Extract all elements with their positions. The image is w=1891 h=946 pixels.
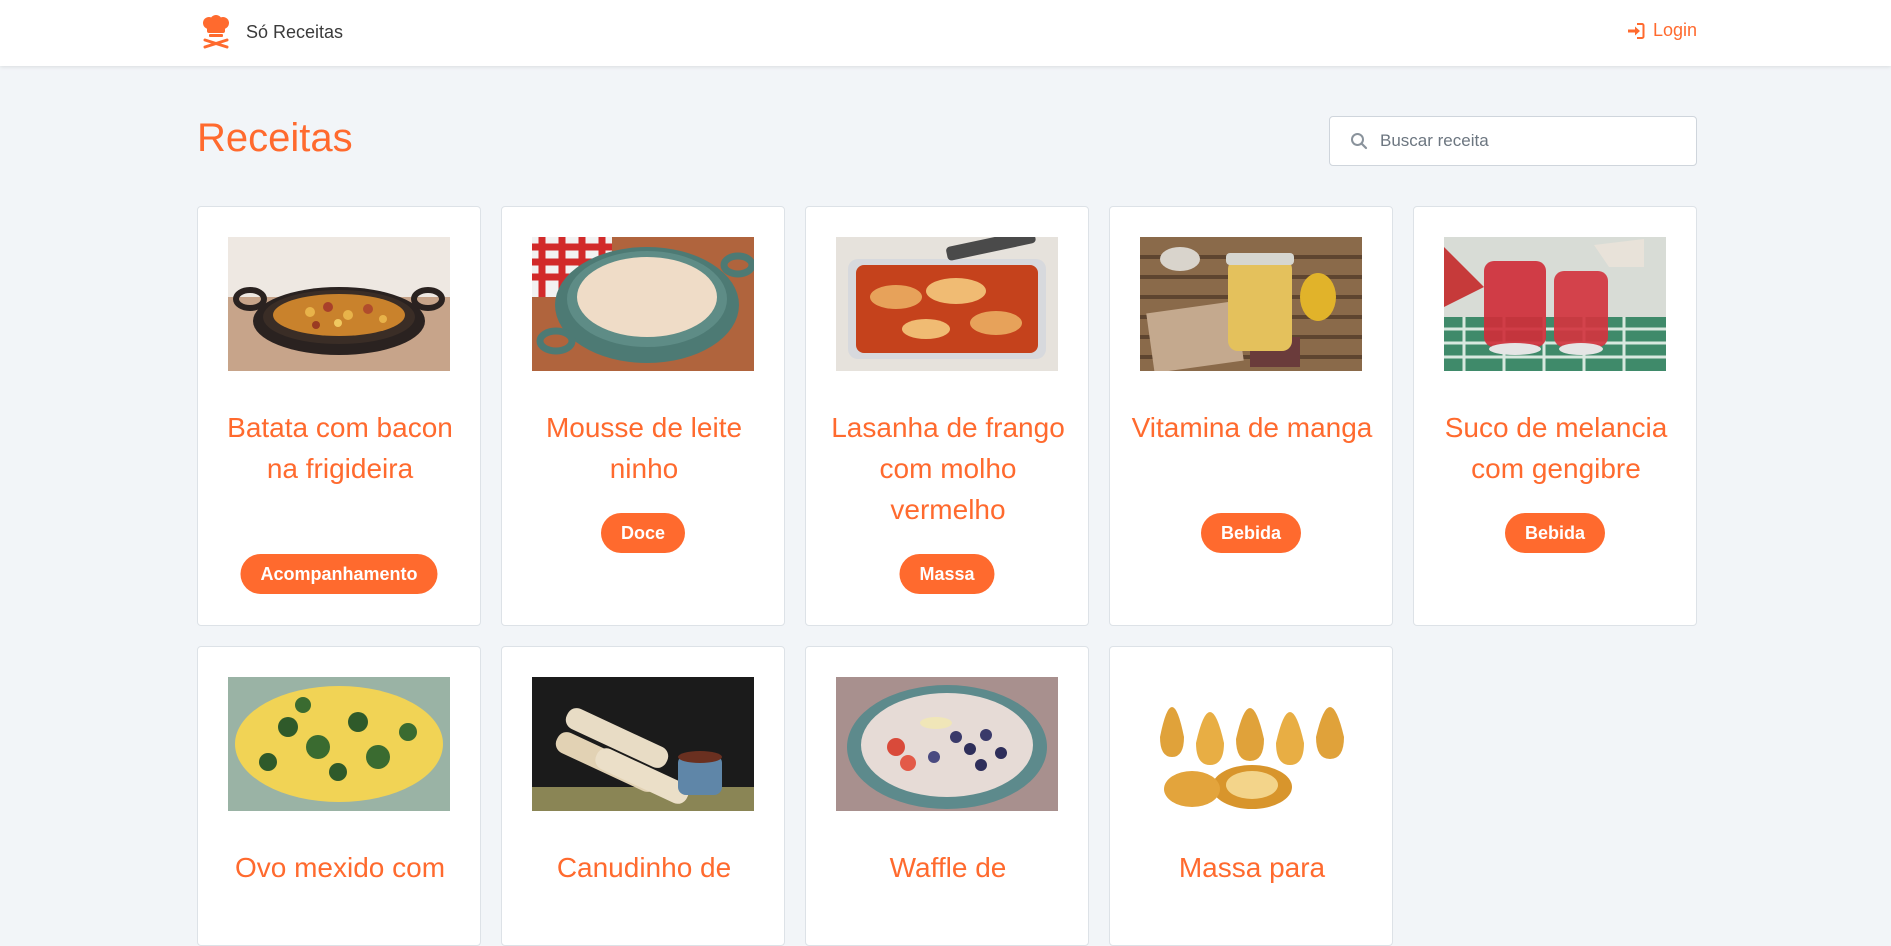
recipe-image bbox=[836, 677, 1058, 811]
recipe-title: Mousse de leite ninho bbox=[545, 412, 743, 484]
recipe-title: Waffle de bbox=[889, 852, 1007, 883]
recipe-card[interactable]: Suco de melancia com gengibre Bebida bbox=[1413, 206, 1697, 626]
recipe-image bbox=[228, 237, 450, 371]
recipe-image bbox=[532, 237, 754, 371]
recipe-image bbox=[1444, 237, 1666, 371]
recipe-title: Ovo mexido com bbox=[234, 852, 446, 883]
chef-hat-icon bbox=[203, 15, 229, 49]
recipe-title: Canudinho de bbox=[556, 852, 732, 883]
search-icon bbox=[1351, 133, 1368, 150]
recipe-image bbox=[836, 237, 1058, 371]
category-badge: Bebida bbox=[1504, 513, 1606, 553]
recipe-title: Lasanha de frango com molho vermelho bbox=[831, 412, 1065, 525]
recipe-image bbox=[532, 677, 754, 811]
recipe-card[interactable]: Canudinho de bbox=[501, 646, 785, 946]
recipe-image bbox=[1140, 237, 1362, 371]
recipe-image bbox=[1140, 677, 1362, 811]
search-box bbox=[1329, 116, 1697, 166]
category-badge: Acompanhamento bbox=[240, 554, 438, 594]
recipe-card[interactable]: Waffle de bbox=[805, 646, 1089, 946]
recipe-card[interactable]: Massa para bbox=[1109, 646, 1393, 946]
sign-in-icon bbox=[1627, 22, 1645, 39]
page-title: Receitas bbox=[197, 116, 353, 160]
recipe-title: Suco de melancia com gengibre bbox=[1444, 412, 1668, 484]
recipe-card[interactable]: Lasanha de frango com molho vermelho Mas… bbox=[805, 206, 1089, 626]
top-navbar: Só Receitas Login bbox=[0, 0, 1891, 66]
login-link[interactable]: Login bbox=[1627, 20, 1697, 41]
recipe-image bbox=[228, 677, 450, 811]
login-label: Login bbox=[1652, 20, 1697, 40]
recipe-card[interactable]: Batata com bacon na frigideira Acompanha… bbox=[197, 206, 481, 626]
category-badge: Massa bbox=[899, 554, 995, 594]
recipe-title: Batata com bacon na frigideira bbox=[227, 412, 453, 484]
brand-name: Só Receitas bbox=[246, 21, 344, 42]
category-badge: Doce bbox=[600, 513, 686, 553]
recipe-card[interactable]: Vitamina de manga Bebida bbox=[1109, 206, 1393, 626]
search-input[interactable] bbox=[1380, 117, 1680, 165]
recipe-title: Vitamina de manga bbox=[1131, 412, 1373, 443]
recipe-card[interactable]: Mousse de leite ninho Doce bbox=[501, 206, 785, 626]
recipe-card[interactable]: Ovo mexido com bbox=[197, 646, 481, 946]
category-badge: Bebida bbox=[1200, 513, 1302, 553]
brand-link[interactable]: Só Receitas bbox=[200, 14, 343, 50]
recipe-title: Massa para bbox=[1178, 852, 1326, 883]
